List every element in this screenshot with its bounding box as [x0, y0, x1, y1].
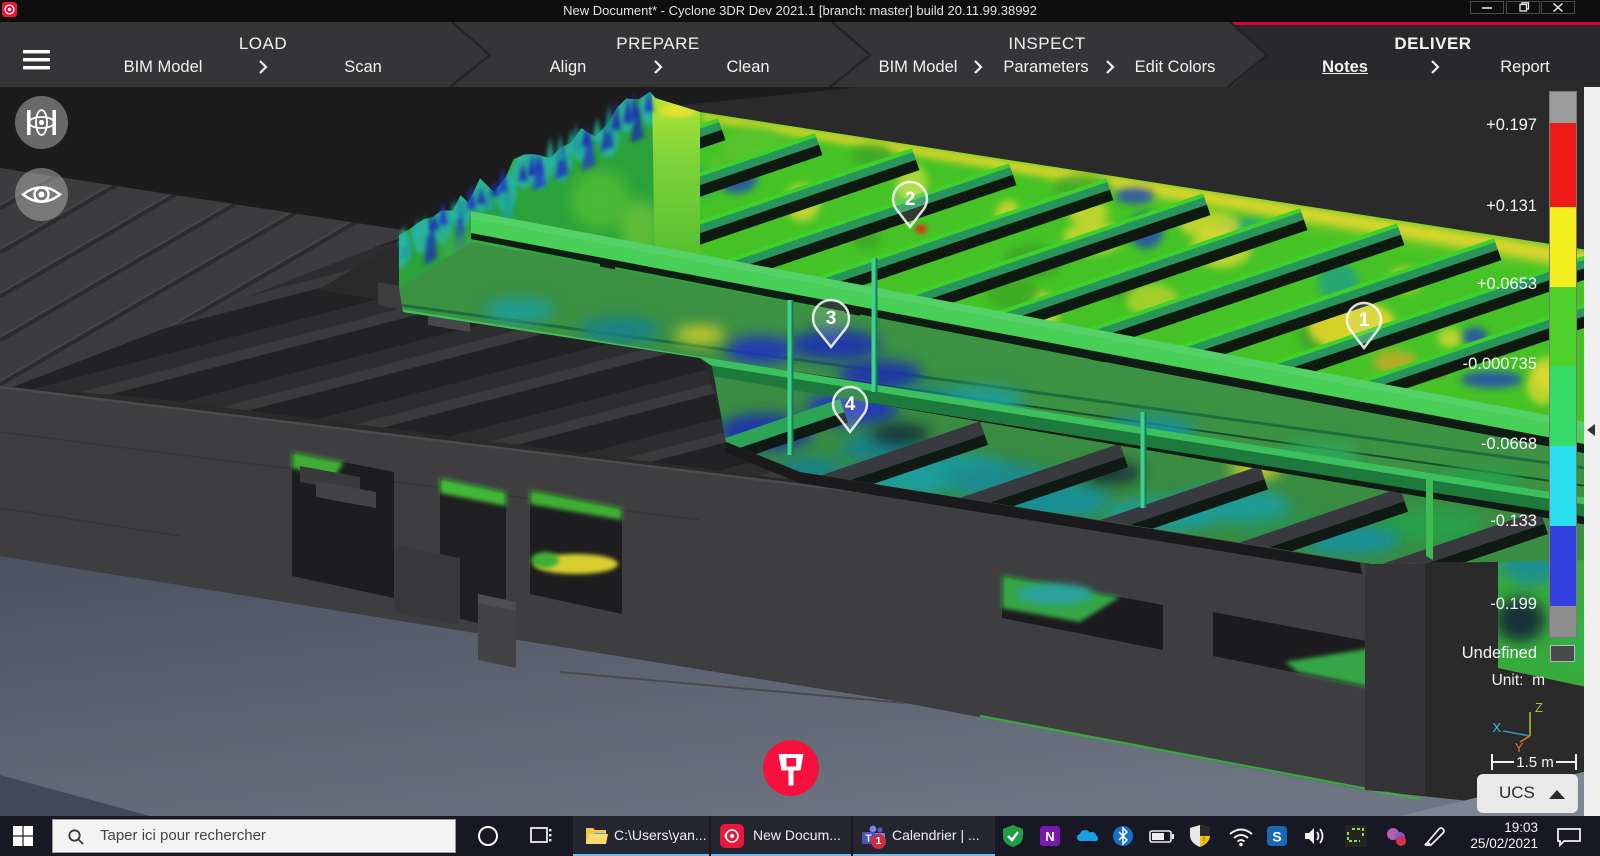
svg-text:3: 3: [826, 308, 837, 329]
svg-text:S: S: [1272, 829, 1281, 845]
svg-text:1.5 m: 1.5 m: [1516, 754, 1554, 771]
svg-text:Z: Z: [1535, 700, 1543, 715]
svg-text:4: 4: [845, 394, 856, 415]
svg-text:1: 1: [1359, 310, 1370, 331]
svg-text:X: X: [1492, 720, 1501, 735]
svg-text:2: 2: [905, 189, 916, 210]
svg-text:N: N: [1045, 829, 1054, 844]
svg-text:!: !: [1203, 836, 1205, 845]
